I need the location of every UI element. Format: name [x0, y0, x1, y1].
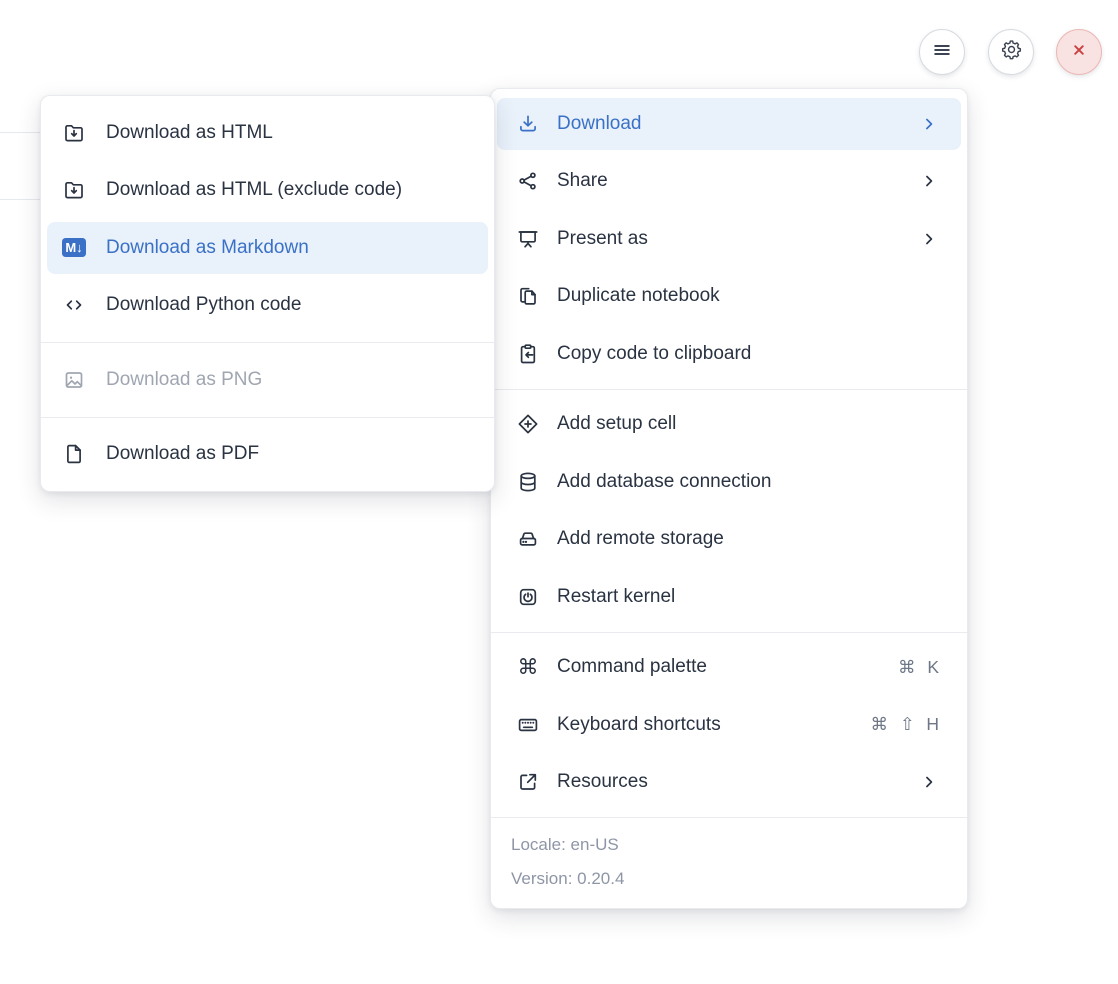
menu-item-present-as[interactable]: Present as [491, 210, 967, 268]
menu-item-duplicate-notebook[interactable]: Duplicate notebook [491, 268, 967, 326]
file-icon [62, 442, 86, 466]
menu-item-share[interactable]: Share [491, 153, 967, 211]
notebook-menu-section-2: Add setup cell Add database connection A… [491, 390, 967, 632]
power-icon [516, 585, 540, 609]
menu-item-keyboard-shortcuts[interactable]: Keyboard shortcuts ⌘ ⇧ H [491, 696, 967, 754]
close-button[interactable] [1056, 29, 1102, 75]
menu-item-label: Duplicate notebook [557, 285, 720, 307]
command-icon: ⌘ [516, 655, 540, 679]
menu-item-resources[interactable]: Resources [491, 754, 967, 812]
menu-item-add-setup-cell[interactable]: Add setup cell [491, 396, 967, 454]
menu-item-copy-code-to-clipboard[interactable]: Copy code to clipboard [491, 325, 967, 383]
menu-item-label: Restart kernel [557, 586, 675, 608]
image-icon [62, 368, 86, 392]
menu-item-label: Add database connection [557, 471, 771, 493]
menu-footer: Locale: en-US Version: 0.20.4 [491, 818, 967, 908]
menu-item-label: Share [557, 170, 608, 192]
menu-item-add-database-connection[interactable]: Add database connection [491, 453, 967, 511]
menu-item-label: Present as [557, 228, 648, 250]
notebook-menu-section-3: ⌘ Command palette ⌘ K Keyboard shortcuts… [491, 633, 967, 818]
menu-item-add-remote-storage[interactable]: Add remote storage [491, 511, 967, 569]
menu-item-command-palette[interactable]: ⌘ Command palette ⌘ K [491, 639, 967, 697]
version-text: Version: 0.20.4 [511, 862, 967, 896]
page-rule-line [0, 132, 41, 133]
download-submenu: Download as HTML Download as HTML (exclu… [40, 95, 495, 492]
menu-item-label: Add remote storage [557, 528, 724, 550]
menu-item-download[interactable]: Download [491, 95, 967, 153]
markdown-badge-icon: M↓ [62, 236, 86, 260]
menu-item-label: Download as PNG [106, 369, 262, 391]
chevron-right-icon [919, 772, 939, 792]
gear-icon [1000, 38, 1023, 66]
menu-item-label: Download [557, 113, 642, 135]
menu-item-download-as-png: Download as PNG [41, 351, 494, 409]
download-submenu-section-2: Download as PNG [41, 343, 494, 417]
menu-item-download-as-html[interactable]: Download as HTML [41, 104, 494, 162]
page-rule-line [0, 199, 41, 200]
database-icon [516, 470, 540, 494]
menu-button[interactable] [919, 29, 965, 75]
menu-item-label: Keyboard shortcuts [557, 714, 721, 736]
menu-item-download-as-markdown[interactable]: M↓ Download as Markdown [41, 219, 494, 277]
chevron-right-icon [919, 114, 939, 134]
chevron-right-icon [919, 171, 939, 191]
menu-item-label: Command palette [557, 656, 707, 678]
download-icon [516, 112, 540, 136]
close-icon [1067, 38, 1091, 67]
download-submenu-section-1: Download as HTML Download as HTML (exclu… [41, 96, 494, 342]
folder-download-icon [62, 178, 86, 202]
shortcut-hint: ⌘ ⇧ H [870, 714, 939, 735]
hamburger-icon [930, 38, 954, 67]
presentation-icon [516, 227, 540, 251]
diamond-plus-icon [516, 412, 540, 436]
settings-button[interactable] [988, 29, 1034, 75]
menu-item-label: Download as Markdown [106, 237, 309, 259]
clipboard-import-icon [516, 342, 540, 366]
menu-item-download-as-html-exclude-code[interactable]: Download as HTML (exclude code) [41, 162, 494, 220]
code-icon [62, 293, 86, 317]
hard-drive-icon [516, 527, 540, 551]
menu-item-label: Resources [557, 771, 648, 793]
locale-text: Locale: en-US [511, 828, 967, 862]
keyboard-icon [516, 713, 540, 737]
download-submenu-section-3: Download as PDF [41, 418, 494, 492]
menu-item-label: Download as PDF [106, 443, 259, 465]
menu-item-restart-kernel[interactable]: Restart kernel [491, 568, 967, 626]
notebook-menu: Download Share Present as [490, 88, 968, 909]
notebook-menu-section-1: Download Share Present as [491, 89, 967, 389]
menu-item-label: Download Python code [106, 294, 301, 316]
shortcut-hint: ⌘ K [898, 657, 939, 678]
chevron-right-icon [919, 229, 939, 249]
menu-item-label: Download as HTML [106, 122, 273, 144]
folder-download-icon [62, 121, 86, 145]
menu-item-download-as-pdf[interactable]: Download as PDF [41, 426, 494, 484]
share-icon [516, 169, 540, 193]
menu-item-download-python-code[interactable]: Download Python code [41, 277, 494, 335]
duplicate-icon [516, 284, 540, 308]
menu-item-label: Download as HTML (exclude code) [106, 179, 402, 201]
menu-item-label: Add setup cell [557, 413, 676, 435]
menu-item-label: Copy code to clipboard [557, 343, 751, 365]
external-link-icon [516, 770, 540, 794]
